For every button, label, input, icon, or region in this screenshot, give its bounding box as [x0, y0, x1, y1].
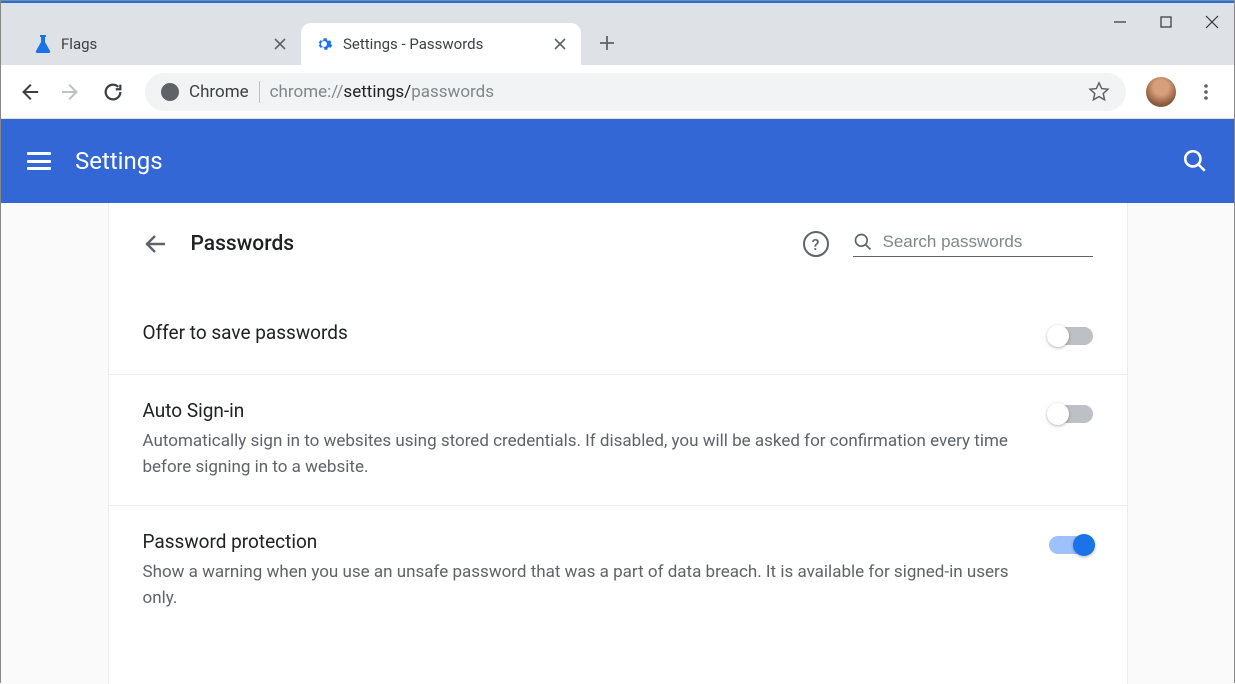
tab-bar: Flags Settings - Passwords — [1, 3, 1234, 65]
setting-title: Offer to save passwords — [143, 321, 1019, 344]
setting-row: Offer to save passwords — [109, 285, 1127, 374]
setting-title: Password protection — [143, 530, 1019, 553]
omnibox-url: chrome://settings/passwords — [270, 82, 494, 102]
window-controls — [1097, 2, 1235, 42]
omnibox-label: Chrome — [189, 82, 249, 102]
setting-description: Show a warning when you use an unsafe pa… — [143, 559, 1019, 612]
search-icon — [853, 232, 873, 252]
toggle-switch[interactable] — [1049, 327, 1093, 345]
forward-button[interactable] — [53, 74, 89, 110]
back-arrow-icon[interactable] — [143, 232, 167, 256]
new-tab-button[interactable] — [589, 25, 625, 61]
back-button[interactable] — [11, 74, 47, 110]
setting-description: Automatically sign in to websites using … — [143, 428, 1019, 481]
settings-title: Settings — [75, 147, 163, 175]
search-passwords-box[interactable] — [853, 232, 1093, 257]
setting-title: Auto Sign-in — [143, 399, 1019, 422]
tab-label: Settings - Passwords — [343, 35, 483, 53]
help-icon[interactable]: ? — [803, 231, 829, 257]
tab-flags[interactable]: Flags — [21, 23, 301, 65]
close-tab-icon[interactable] — [273, 37, 287, 51]
content-area[interactable]: Passwords ? Offer to save passwords Auto … — [1, 203, 1234, 684]
close-window-button[interactable] — [1189, 7, 1235, 37]
setting-row: Password protection Show a warning when y… — [109, 505, 1127, 636]
chrome-icon — [161, 83, 179, 101]
settings-header: Settings — [1, 119, 1234, 203]
address-bar[interactable]: Chrome chrome://settings/passwords — [145, 73, 1126, 111]
divider — [259, 81, 260, 103]
toggle-switch[interactable] — [1049, 536, 1093, 554]
search-icon[interactable] — [1182, 148, 1208, 174]
page-title: Passwords — [191, 232, 295, 256]
navigation-bar: Chrome chrome://settings/passwords — [1, 65, 1234, 119]
tab-label: Flags — [61, 35, 97, 53]
tab-settings-passwords[interactable]: Settings - Passwords — [301, 23, 581, 65]
reload-button[interactable] — [95, 74, 131, 110]
profile-avatar[interactable] — [1146, 77, 1176, 107]
search-passwords-input[interactable] — [883, 232, 1083, 252]
page-header: Passwords ? — [109, 203, 1127, 285]
flask-icon — [35, 35, 51, 53]
content-panel: Passwords ? Offer to save passwords Auto … — [108, 203, 1128, 684]
bookmark-star-icon[interactable] — [1088, 81, 1110, 103]
maximize-button[interactable] — [1143, 7, 1189, 37]
setting-row: Auto Sign-in Automatically sign in to web… — [109, 374, 1127, 505]
menu-button[interactable] — [1188, 74, 1224, 110]
close-tab-icon[interactable] — [553, 37, 567, 51]
gear-icon — [315, 35, 333, 53]
menu-icon[interactable] — [27, 152, 51, 170]
toggle-switch[interactable] — [1049, 405, 1093, 423]
minimize-button[interactable] — [1097, 7, 1143, 37]
